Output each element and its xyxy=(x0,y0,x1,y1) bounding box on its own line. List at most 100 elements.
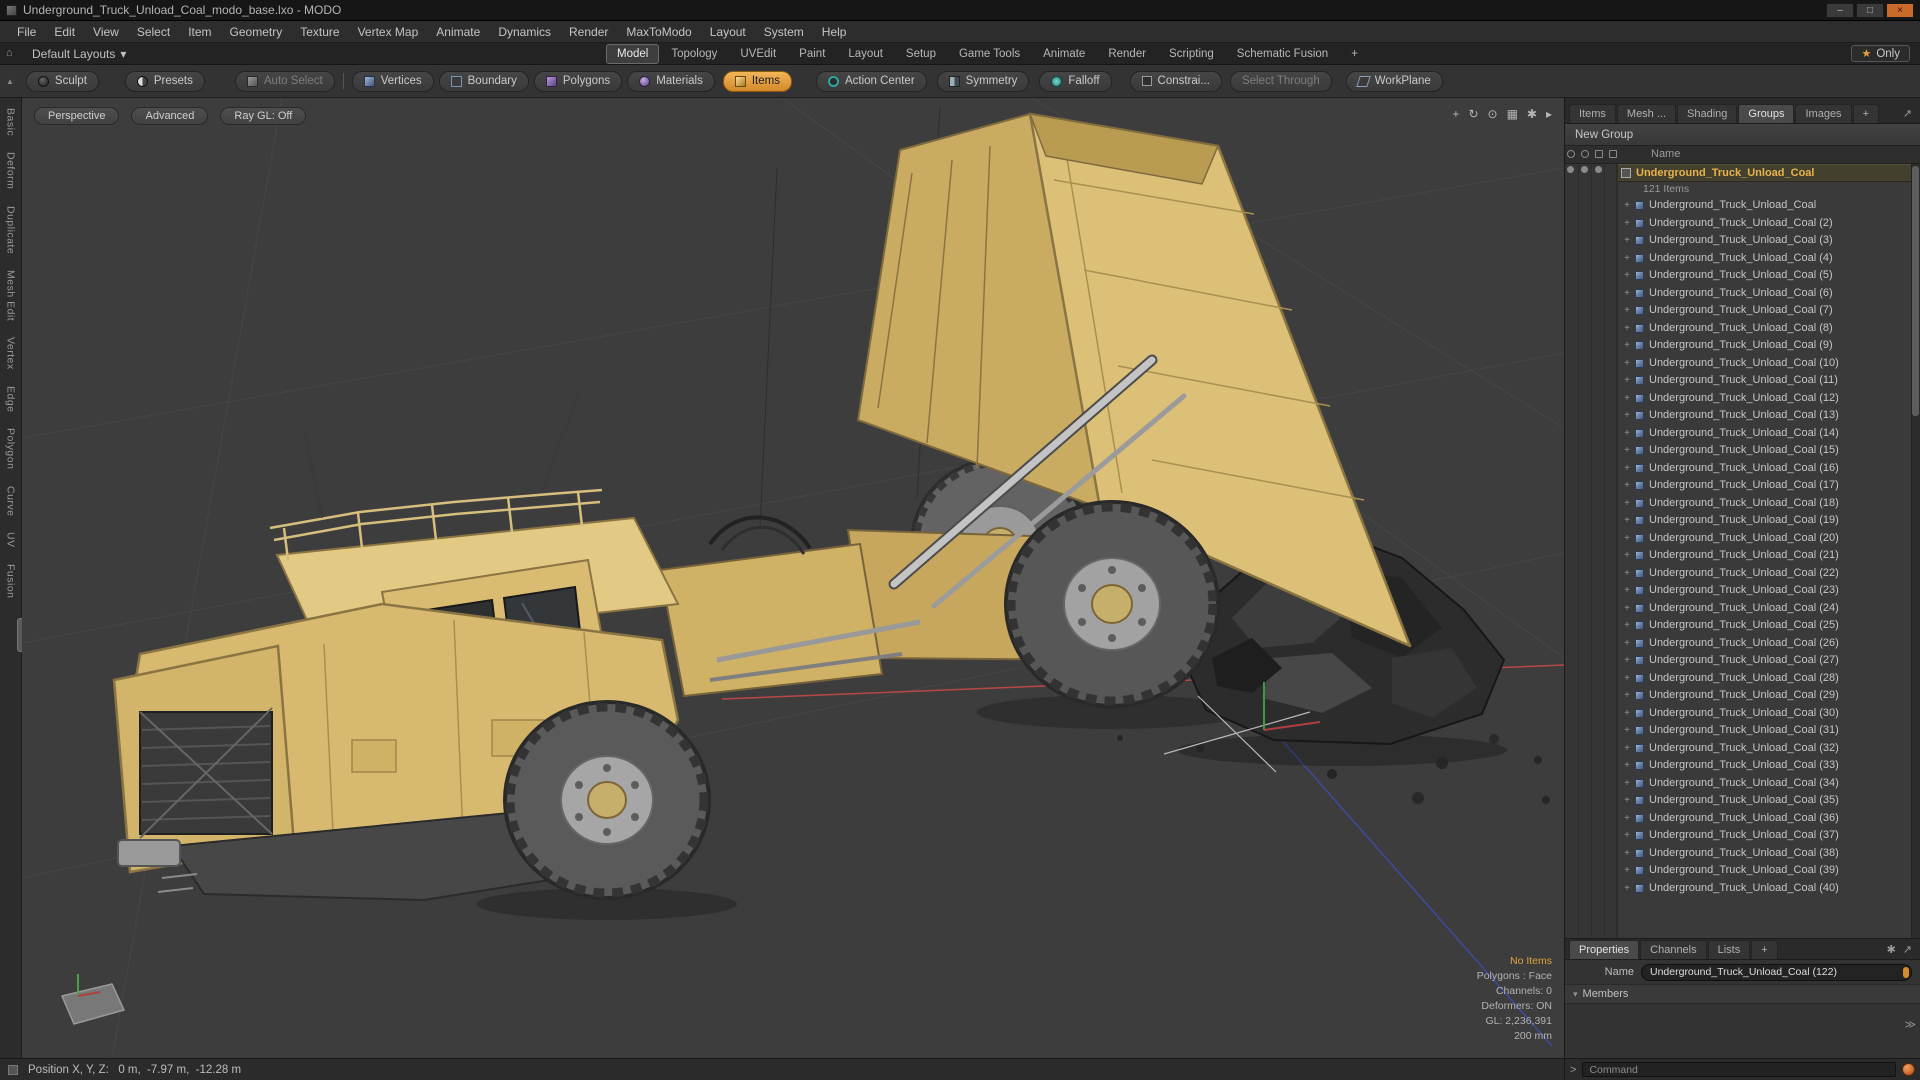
expand-icon[interactable]: + xyxy=(1621,880,1633,898)
pan-icon[interactable]: + xyxy=(1452,107,1459,121)
settings-icon[interactable]: ✱ xyxy=(1527,107,1537,121)
tree-item-row[interactable]: + Underground_Truck_Unload_Coal (27) xyxy=(1565,652,1920,670)
panel-tab[interactable]: Items xyxy=(1569,104,1616,123)
expand-icon[interactable]: + xyxy=(1621,512,1633,530)
tree-scrollbar[interactable] xyxy=(1911,164,1920,938)
viewport-mode-button[interactable]: Perspective xyxy=(34,107,120,125)
tree-item-row[interactable]: + Underground_Truck_Unload_Coal (9) xyxy=(1565,337,1920,355)
expand-icon[interactable]: + xyxy=(1621,267,1633,285)
auto-select-button[interactable]: Auto Select xyxy=(234,70,335,92)
command-input[interactable]: Command xyxy=(1582,1062,1896,1077)
tool-tab[interactable]: Basic xyxy=(5,108,17,136)
menu-item[interactable]: Select xyxy=(128,22,179,42)
name-input[interactable]: Underground_Truck_Unload_Coal (122) xyxy=(1641,963,1912,981)
tree-item-row[interactable]: + Underground_Truck_Unload_Coal (17) xyxy=(1565,477,1920,495)
menu-item[interactable]: Geometry xyxy=(221,22,292,42)
items-button[interactable]: Items xyxy=(722,70,792,92)
tree-item-row[interactable]: + Underground_Truck_Unload_Coal (16) xyxy=(1565,460,1920,478)
layout-tab[interactable]: Layout xyxy=(837,44,894,64)
menu-item[interactable]: System xyxy=(755,22,813,42)
expand-icon[interactable]: + xyxy=(1621,355,1633,373)
action-center-button[interactable]: Action Center xyxy=(815,70,927,92)
layout-tab[interactable]: Schematic Fusion xyxy=(1226,44,1339,64)
menu-item[interactable]: Layout xyxy=(701,22,755,42)
tree-item-row[interactable]: + Underground_Truck_Unload_Coal (10) xyxy=(1565,355,1920,373)
falloff-button[interactable]: Falloff xyxy=(1039,70,1112,92)
expand-icon[interactable]: + xyxy=(1621,635,1633,653)
tool-tab[interactable]: Vertex xyxy=(5,337,17,370)
tree-item-row[interactable]: + Underground_Truck_Unload_Coal (13) xyxy=(1565,407,1920,425)
tree-item-row[interactable]: + Underground_Truck_Unload_Coal (19) xyxy=(1565,512,1920,530)
tree-item-row[interactable]: + Underground_Truck_Unload_Coal (34) xyxy=(1565,775,1920,793)
properties-tab[interactable]: + xyxy=(1751,940,1778,959)
menu-item[interactable]: Texture xyxy=(291,22,348,42)
filter-column-icon[interactable] xyxy=(1609,150,1617,158)
expand-icon[interactable]: + xyxy=(1621,407,1633,425)
layout-tab[interactable]: Animate xyxy=(1032,44,1096,64)
expand-icon[interactable]: + xyxy=(1621,600,1633,618)
default-layouts-dropdown[interactable]: Default Layouts ▾ xyxy=(26,45,132,63)
expand-icon[interactable]: + xyxy=(1621,495,1633,513)
more-icon[interactable]: ▸ xyxy=(1546,107,1552,121)
expand-icon[interactable]: + xyxy=(1621,547,1633,565)
expand-icon[interactable]: + xyxy=(1621,810,1633,828)
expand-icon[interactable]: + xyxy=(1621,442,1633,460)
expand-icon[interactable]: + xyxy=(1621,705,1633,723)
maximize-button[interactable]: □ xyxy=(1856,2,1884,18)
expand-panel-icon[interactable]: ↗ xyxy=(1903,943,1912,956)
expand-icon[interactable]: + xyxy=(1621,845,1633,863)
layout-tab[interactable]: Render xyxy=(1097,44,1157,64)
tree-item-row[interactable]: + Underground_Truck_Unload_Coal (8) xyxy=(1565,320,1920,338)
vertices-button[interactable]: Vertices xyxy=(351,70,434,92)
expand-icon[interactable]: + xyxy=(1621,792,1633,810)
only-toggle[interactable]: ★ Only xyxy=(1851,45,1910,62)
menu-item[interactable]: Render xyxy=(560,22,617,42)
expand-icon[interactable]: + xyxy=(1621,372,1633,390)
tree-item-row[interactable]: + Underground_Truck_Unload_Coal (28) xyxy=(1565,670,1920,688)
more-panels-icon[interactable]: ≫ xyxy=(1904,1018,1916,1031)
menu-item[interactable]: Help xyxy=(813,22,856,42)
layout-tab[interactable]: Game Tools xyxy=(948,44,1031,64)
properties-tab[interactable]: Properties xyxy=(1569,940,1640,959)
tree-item-row[interactable]: + Underground_Truck_Unload_Coal (32) xyxy=(1565,740,1920,758)
layout-tab[interactable]: Setup xyxy=(895,44,947,64)
expand-icon[interactable]: + xyxy=(1621,582,1633,600)
close-button[interactable]: × xyxy=(1886,2,1914,18)
tool-tab[interactable]: Duplicate xyxy=(5,206,17,254)
tree-item-row[interactable]: + Underground_Truck_Unload_Coal (22) xyxy=(1565,565,1920,583)
tree-item-row[interactable]: + Underground_Truck_Unload_Coal (18) xyxy=(1565,495,1920,513)
menu-item[interactable]: File xyxy=(8,22,45,42)
tree-item-row[interactable]: + Underground_Truck_Unload_Coal (2) xyxy=(1565,215,1920,233)
render-column-icon[interactable] xyxy=(1581,150,1589,158)
tree-item-row[interactable]: + Underground_Truck_Unload_Coal (20) xyxy=(1565,530,1920,548)
tree-item-row[interactable]: + Underground_Truck_Unload_Coal (26) xyxy=(1565,635,1920,653)
expand-icon[interactable]: + xyxy=(1621,617,1633,635)
tree-item-row[interactable]: + Underground_Truck_Unload_Coal (37) xyxy=(1565,827,1920,845)
zoom-icon[interactable]: ⊙ xyxy=(1488,107,1498,121)
boundary-button[interactable]: Boundary xyxy=(438,70,529,92)
layout-tab[interactable]: + xyxy=(1340,44,1369,64)
constraints-button[interactable]: Constrai... xyxy=(1129,70,1222,92)
panel-tab[interactable]: + xyxy=(1852,104,1879,123)
gear-icon[interactable]: ✱ xyxy=(1887,943,1896,956)
symmetry-button[interactable]: Symmetry xyxy=(936,70,1030,92)
layout-tab[interactable]: Model xyxy=(606,44,660,64)
tree-item-row[interactable]: + Underground_Truck_Unload_Coal (4) xyxy=(1565,250,1920,268)
expand-icon[interactable]: + xyxy=(1621,722,1633,740)
expand-icon[interactable]: + xyxy=(1621,215,1633,233)
expand-icon[interactable]: + xyxy=(1621,232,1633,250)
new-group-button[interactable]: New Group xyxy=(1565,124,1920,146)
tree-item-row[interactable]: + Underground_Truck_Unload_Coal (38) xyxy=(1565,845,1920,863)
menu-item[interactable]: Vertex Map xyxy=(349,22,428,42)
tree-item-row[interactable]: + Underground_Truck_Unload_Coal (3) xyxy=(1565,232,1920,250)
tool-tab[interactable]: Edge xyxy=(5,386,17,413)
presets-button[interactable]: Presets xyxy=(124,70,205,92)
tree-item-row[interactable]: + Underground_Truck_Unload_Coal (12) xyxy=(1565,390,1920,408)
expand-icon[interactable]: + xyxy=(1621,302,1633,320)
tree-item-row[interactable]: + Underground_Truck_Unload_Coal (21) xyxy=(1565,547,1920,565)
minimize-button[interactable]: – xyxy=(1826,2,1854,18)
materials-button[interactable]: Materials xyxy=(627,70,715,92)
tree-item-row[interactable]: + Underground_Truck_Unload_Coal (31) xyxy=(1565,722,1920,740)
tree-item-row[interactable]: + Underground_Truck_Unload_Coal (14) xyxy=(1565,425,1920,443)
menu-item[interactable]: Dynamics xyxy=(489,22,560,42)
